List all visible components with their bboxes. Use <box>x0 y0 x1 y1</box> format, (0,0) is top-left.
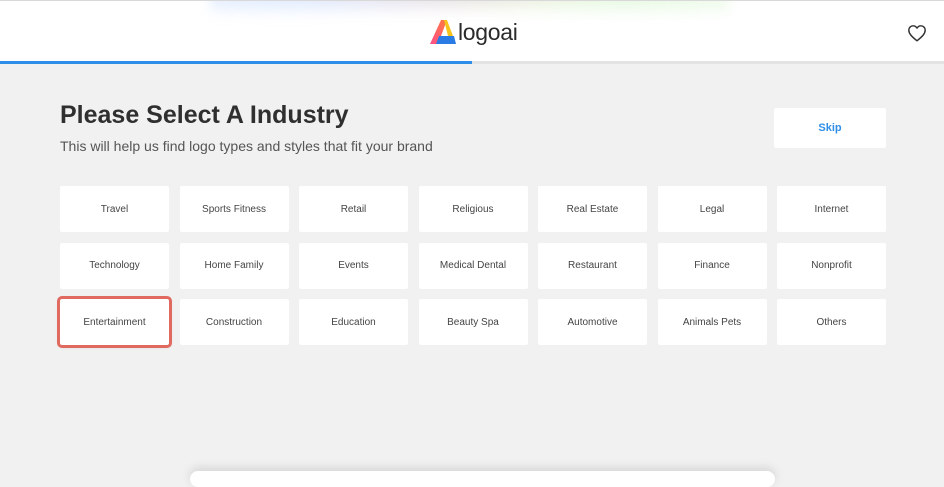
industry-button-events[interactable]: Events <box>299 242 408 289</box>
industry-button-religious[interactable]: Religious <box>418 186 528 232</box>
industry-button-technology[interactable]: Technology <box>60 242 169 289</box>
skip-button[interactable]: Skip <box>774 108 886 148</box>
industry-button-medical-dental[interactable]: Medical Dental <box>418 242 528 289</box>
industry-button-home-family[interactable]: Home Family <box>179 242 289 289</box>
logo-mark-icon <box>430 20 456 44</box>
industry-button-automotive[interactable]: Automotive <box>538 299 647 345</box>
industry-button-education[interactable]: Education <box>299 299 408 345</box>
industry-button-travel[interactable]: Travel <box>60 186 169 232</box>
industry-button-entertainment[interactable]: Entertainment <box>57 296 172 348</box>
industry-button-nonprofit[interactable]: Nonprofit <box>777 242 886 289</box>
progress-fill <box>0 61 472 64</box>
progress-bar <box>0 61 944 64</box>
logo-text: logoai <box>458 18 518 45</box>
industry-button-internet[interactable]: Internet <box>777 186 886 232</box>
industry-button-animals-pets[interactable]: Animals Pets <box>657 299 767 345</box>
industry-button-real-estate[interactable]: Real Estate <box>538 186 647 232</box>
logo[interactable]: logoai <box>429 18 518 46</box>
industry-button-restaurant[interactable]: Restaurant <box>538 242 647 289</box>
page-title: Please Select A Industry <box>60 101 349 129</box>
industry-button-sports-fitness[interactable]: Sports Fitness <box>179 186 289 232</box>
page-subtitle: This will help us find logo types and st… <box>60 138 433 154</box>
industry-button-construction[interactable]: Construction <box>179 299 289 345</box>
industry-button-retail[interactable]: Retail <box>299 186 408 232</box>
industry-button-others[interactable]: Others <box>777 299 886 345</box>
heart-icon[interactable] <box>907 24 927 42</box>
industry-button-beauty-spa[interactable]: Beauty Spa <box>418 299 528 345</box>
industry-button-legal[interactable]: Legal <box>657 186 767 232</box>
industry-button-finance[interactable]: Finance <box>657 242 767 289</box>
bottom-panel-edge <box>190 471 775 487</box>
industry-grid: Travel Sports Fitness Retail Religious Real … <box>57 186 886 348</box>
header-bar: logoai <box>0 0 944 61</box>
